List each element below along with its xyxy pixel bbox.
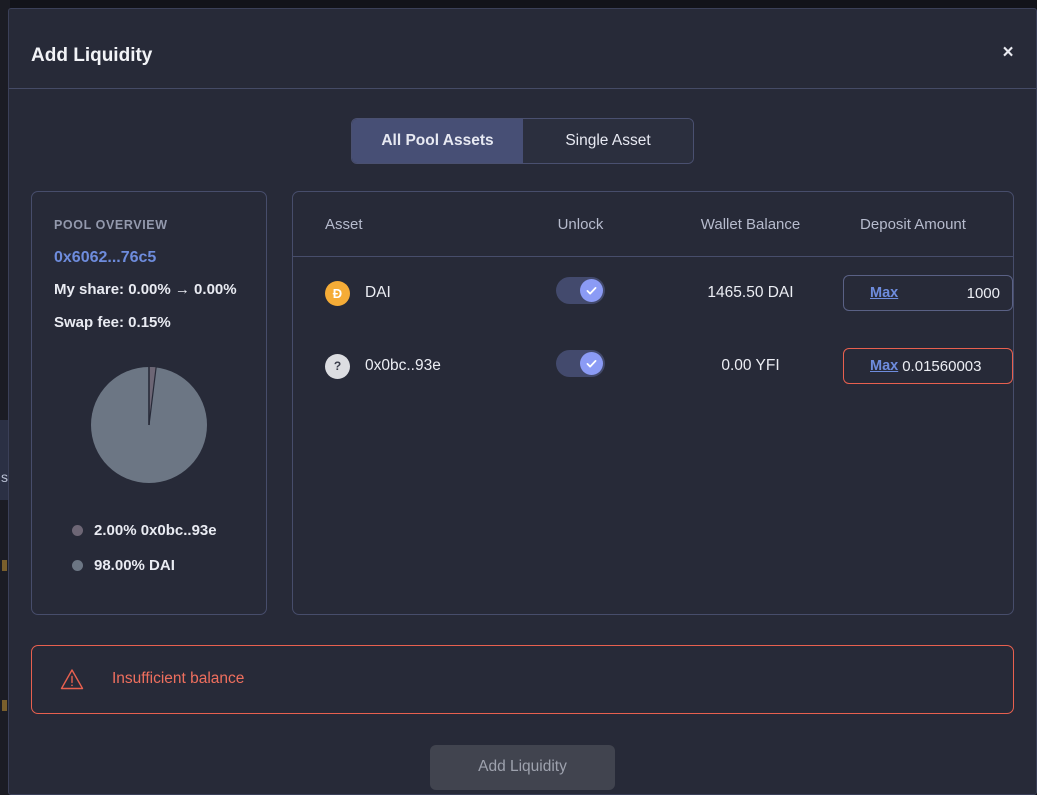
asset-name: DAI (365, 284, 391, 302)
unknown-token-icon: ? (325, 353, 350, 379)
asset-cell: ? 0x0bc..93e (293, 330, 503, 403)
pool-composition-chart (54, 365, 244, 485)
tab-single-asset[interactable]: Single Asset (523, 119, 693, 163)
wallet-balance-value: 0.00 YFI (721, 357, 780, 374)
warning-triangle-icon (60, 669, 84, 690)
column-header-deposit-amount: Deposit Amount (843, 192, 1013, 257)
tab-bar: All Pool Assets Single Asset (9, 118, 1036, 164)
unlock-cell (503, 330, 658, 403)
column-header-wallet-balance: Wallet Balance (658, 192, 843, 257)
deposit-amount-field-dai[interactable]: Max 1000 (843, 275, 1013, 312)
pool-overview-panel: POOL OVERVIEW 0x6062...76c5 My share: 0.… (31, 191, 267, 615)
table-row: ? 0x0bc..93e 0.00 YFI Max 0.01560003 (293, 330, 1013, 403)
legend-item: 98.00% DAI (72, 557, 244, 574)
asset-cell: Ð DAI (293, 257, 503, 330)
modal-body: POOL OVERVIEW 0x6062...76c5 My share: 0.… (9, 191, 1036, 615)
background-mark (2, 700, 7, 711)
deposit-amount-value-dai[interactable]: 1000 (898, 285, 1000, 302)
legend-item: 2.00% 0x0bc..93e (72, 522, 244, 539)
dai-token-icon: Ð (325, 280, 350, 306)
table-header-row: Asset Unlock Wallet Balance Deposit Amou… (293, 192, 1013, 257)
legend-color-swatch (72, 559, 83, 571)
background-mark (2, 560, 7, 571)
tab-all-pool-assets[interactable]: All Pool Assets (352, 119, 523, 163)
assets-table: Asset Unlock Wallet Balance Deposit Amou… (293, 192, 1013, 403)
pool-overview-heading: POOL OVERVIEW (54, 218, 168, 232)
unlock-toggle-yfi[interactable] (556, 350, 605, 377)
wallet-balance-value: 1465.50 DAI (707, 284, 794, 302)
max-link-dai[interactable]: Max (870, 285, 898, 301)
check-icon (586, 360, 597, 368)
column-header-unlock: Unlock (503, 192, 658, 257)
error-message: Insufficient balance (112, 670, 245, 688)
max-link-yfi[interactable]: Max (870, 358, 898, 374)
legend-color-swatch (72, 524, 83, 536)
column-header-asset: Asset (293, 192, 503, 257)
unlock-toggle-dai[interactable] (556, 277, 605, 305)
pie-chart-svg (91, 366, 207, 483)
pool-address-link[interactable]: 0x6062...76c5 (54, 249, 156, 267)
asset-name: 0x0bc..93e (365, 357, 441, 374)
swap-fee-value: Swap fee: 0.15% (54, 313, 171, 331)
chart-legend: 2.00% 0x0bc..93e 98.00% DAI (54, 522, 244, 574)
table-row: Ð DAI 1465.50 DAI Max 1000 (293, 257, 1013, 330)
my-share-value: My share: 0.00% → 0.00% (54, 281, 237, 298)
add-liquidity-button[interactable]: Add Liquidity (430, 744, 615, 790)
toggle-knob (580, 352, 603, 375)
deposit-amount-field-yfi[interactable]: Max 0.01560003 (843, 348, 1013, 384)
close-icon[interactable]: × (993, 37, 1023, 67)
background-text: s (1, 469, 8, 485)
deposit-cell: Max 0.01560003 (843, 330, 1013, 403)
check-icon (586, 287, 597, 295)
assets-table-panel: Asset Unlock Wallet Balance Deposit Amou… (292, 191, 1014, 615)
toggle-knob (580, 279, 603, 303)
add-liquidity-modal: Add Liquidity × All Pool Assets Single A… (8, 8, 1037, 795)
page-title: Add Liquidity (31, 45, 153, 66)
modal-header: Add Liquidity × (9, 9, 1036, 89)
unlock-cell (503, 257, 658, 330)
modal-footer: Add Liquidity (9, 744, 1036, 790)
error-banner: Insufficient balance (31, 644, 1014, 714)
legend-label: 98.00% DAI (94, 556, 175, 574)
deposit-amount-value-yfi[interactable]: 0.01560003 (898, 358, 1000, 375)
legend-label: 2.00% 0x0bc..93e (94, 521, 217, 539)
deposit-cell: Max 1000 (843, 257, 1013, 330)
